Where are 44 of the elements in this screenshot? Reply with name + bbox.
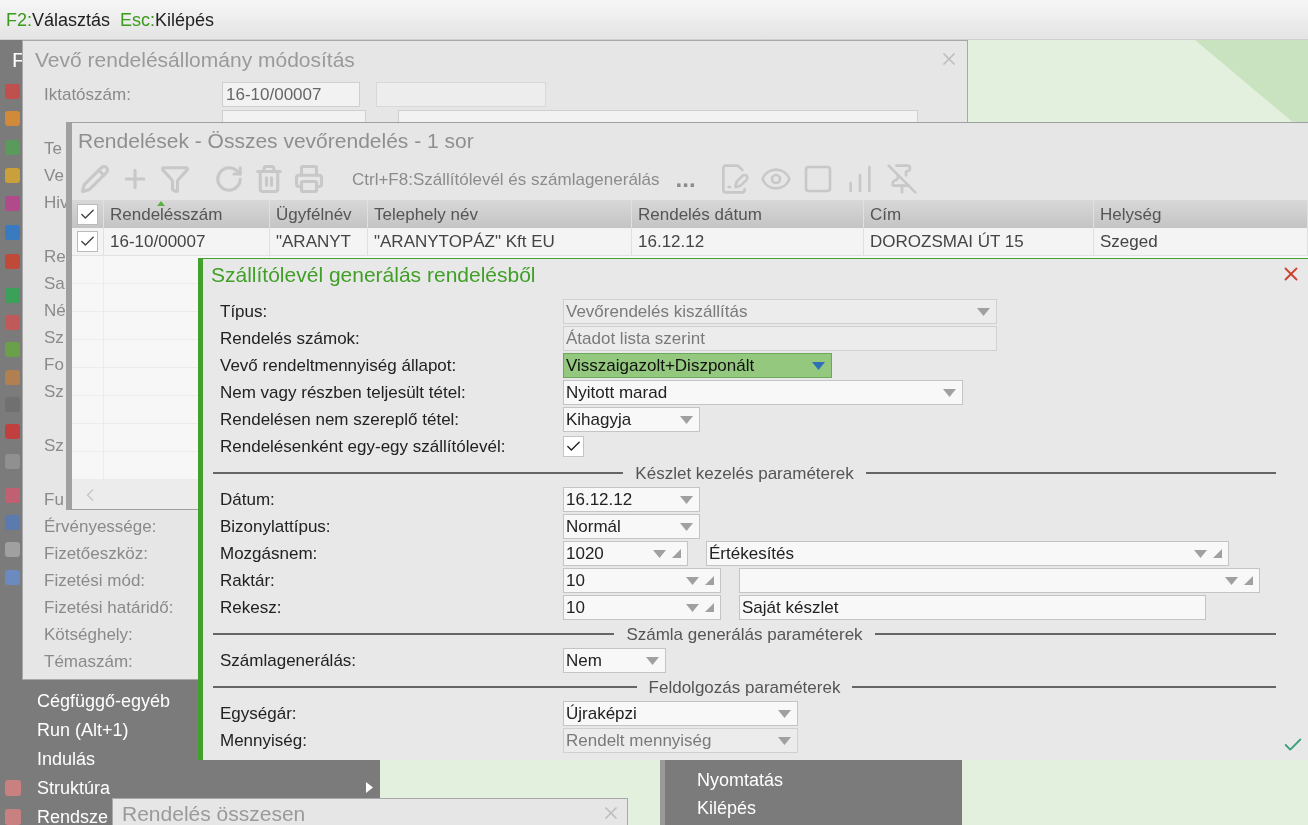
section-title: Számla generálás paraméterek xyxy=(626,625,863,643)
field-label: Sz xyxy=(44,383,64,400)
field-label: Vevő rendeltmennyiség állapot: xyxy=(220,357,458,374)
field-label: Fu xyxy=(44,491,64,508)
field-label: Rendelésenként egy-egy szállítólevél: xyxy=(220,438,507,455)
field-label: Fizetési mód: xyxy=(44,572,146,589)
window-title: Vevő rendelésállomány módosítás xyxy=(35,48,356,70)
field-label: Témaszám: xyxy=(44,653,133,670)
field-label: Fo xyxy=(44,356,64,373)
field-label: Típus: xyxy=(220,303,269,320)
section-title: Készlet kezelés paraméterek xyxy=(635,464,854,482)
field-label: Mennyiség: xyxy=(220,732,308,749)
field-label: Re xyxy=(44,248,66,265)
field-label: Sz xyxy=(44,329,64,346)
field-label: Raktár: xyxy=(220,572,276,589)
field-label: Te xyxy=(44,140,62,157)
table-cell: 16.12.12 xyxy=(638,233,705,250)
field-label: Érvényessége: xyxy=(44,518,157,535)
table-cell: "ARANYT xyxy=(276,233,351,250)
table-cell: Szeged xyxy=(1100,233,1158,250)
field-label: Sa xyxy=(44,275,65,292)
field-label: Dátum: xyxy=(220,491,276,508)
field-label: Sz xyxy=(44,437,64,454)
table-cell: 16-10/00007 xyxy=(110,233,206,250)
field-label: Rekesz: xyxy=(220,599,283,616)
table-cell: "ARANYTOPÁZ" Kft EU xyxy=(374,233,555,250)
field-label: Ve xyxy=(44,167,64,184)
window-title: Rendelések - Összes vevőrendelés - 1 sor xyxy=(78,130,474,151)
field-label: Né xyxy=(44,302,66,319)
field-label: Számlagenerálás: xyxy=(220,652,358,669)
field-label: Fizetőeszköz: xyxy=(44,545,148,562)
field-label: Nem vagy részben teljesült tétel: xyxy=(220,384,467,401)
field-label: Rendelésen nem szereplő tétel: xyxy=(220,411,461,428)
table-cell: DOROZSMAI ÚT 15 xyxy=(870,233,1024,250)
window-title: Rendelés összesen xyxy=(122,803,307,824)
field-label: Bizonylattípus: xyxy=(220,518,332,535)
section-title: Feldolgozás paraméterek xyxy=(648,678,841,696)
field-label: Egységár: xyxy=(220,705,298,722)
field-label: Rendelés számok: xyxy=(220,330,361,347)
field-label: Fizetési határidő: xyxy=(44,599,174,616)
dialog-title: Szállítólevél generálás rendelésből xyxy=(211,263,537,285)
field-label: Kötséghely: xyxy=(44,626,133,643)
field-label: Iktatószám: xyxy=(44,86,131,103)
field-label: Mozgásnem: xyxy=(220,545,319,562)
